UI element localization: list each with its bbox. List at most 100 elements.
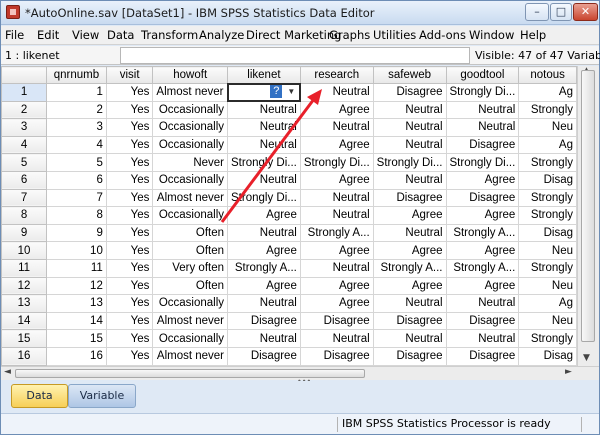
- cell-visit[interactable]: Yes: [105, 311, 154, 331]
- cell-howoft[interactable]: Never: [152, 153, 229, 172]
- cell-qnrnumb[interactable]: 3: [46, 118, 107, 137]
- cell-research[interactable]: Disagree: [299, 346, 374, 366]
- cell-goodtool[interactable]: Strongly Di...: [445, 83, 520, 102]
- cell-research[interactable]: Neutral: [299, 118, 374, 137]
- cell-notous[interactable]: Strongly: [518, 258, 577, 278]
- cell-research[interactable]: Agree: [299, 241, 374, 260]
- row-header[interactable]: 13: [1, 294, 48, 313]
- scroll-left-arrow[interactable]: ◄: [4, 367, 11, 377]
- cell-likenet[interactable]: Strongly A...: [227, 258, 301, 278]
- column-header-notous[interactable]: notous: [518, 66, 577, 84]
- cell-visit[interactable]: Yes: [105, 241, 154, 260]
- menu-window[interactable]: Window: [469, 28, 514, 42]
- cell-visit[interactable]: Yes: [105, 294, 154, 313]
- cell-notous[interactable]: Strongly: [518, 329, 577, 348]
- cell-visit[interactable]: Yes: [105, 153, 154, 172]
- cell-likenet[interactable]: Neutral: [227, 135, 301, 155]
- cell-howoft[interactable]: Occasionally: [152, 100, 229, 120]
- cell-safeweb[interactable]: Neutral: [372, 294, 447, 313]
- cell-howoft[interactable]: Occasionally: [152, 170, 229, 190]
- menu-edit[interactable]: Edit: [37, 28, 59, 42]
- cell-safeweb[interactable]: Disagree: [372, 311, 447, 331]
- cell-qnrnumb[interactable]: 10: [46, 241, 107, 260]
- cell-visit[interactable]: Yes: [105, 100, 154, 120]
- cell-safeweb[interactable]: Disagree: [372, 83, 447, 102]
- cell-qnrnumb[interactable]: 14: [46, 311, 107, 331]
- cell-goodtool[interactable]: Agree: [445, 170, 520, 190]
- cell-likenet[interactable]: Agree: [227, 206, 301, 225]
- cell-research[interactable]: Neutral: [299, 258, 374, 278]
- cell-visit[interactable]: Yes: [105, 206, 154, 225]
- row-header[interactable]: 4: [1, 135, 48, 155]
- cell-research[interactable]: Agree: [299, 294, 374, 313]
- cell-safeweb[interactable]: Neutral: [372, 118, 447, 137]
- menu-analyze[interactable]: Analyze: [199, 28, 244, 42]
- cell-howoft[interactable]: Almost never: [152, 188, 229, 208]
- cell-howoft[interactable]: Occasionally: [152, 329, 229, 348]
- cell-qnrnumb[interactable]: 6: [46, 170, 107, 190]
- cell-qnrnumb[interactable]: 5: [46, 153, 107, 172]
- cell-safeweb[interactable]: Agree: [372, 276, 447, 296]
- column-header-qnrnumb[interactable]: qnrnumb: [46, 66, 107, 84]
- cell-howoft[interactable]: Occasionally: [152, 135, 229, 155]
- cell-goodtool[interactable]: Strongly A...: [445, 258, 520, 278]
- close-button[interactable]: ✕: [573, 3, 598, 21]
- cell-howoft[interactable]: Very often: [152, 258, 229, 278]
- cell-likenet[interactable]: Agree: [227, 276, 301, 296]
- cell-goodtool[interactable]: Disagree: [445, 135, 520, 155]
- cell-notous[interactable]: Neu: [518, 276, 577, 296]
- horizontal-scroll-thumb[interactable]: [15, 369, 365, 378]
- cell-visit[interactable]: Yes: [105, 329, 154, 348]
- cell-howoft[interactable]: Occasionally: [152, 118, 229, 137]
- cell-notous[interactable]: Ag: [518, 135, 577, 155]
- cell-likenet[interactable]: Neutral: [227, 223, 301, 243]
- row-header[interactable]: 14: [1, 311, 48, 331]
- cell-goodtool[interactable]: Agree: [445, 241, 520, 260]
- cell-safeweb[interactable]: Neutral: [372, 170, 447, 190]
- cell-likenet[interactable]: Neutral: [227, 118, 301, 137]
- cell-qnrnumb[interactable]: 13: [46, 294, 107, 313]
- column-header-goodtool[interactable]: goodtool: [445, 66, 520, 84]
- cell-qnrnumb[interactable]: 4: [46, 135, 107, 155]
- cell-qnrnumb[interactable]: 8: [46, 206, 107, 225]
- scroll-right-arrow[interactable]: ►: [565, 367, 572, 377]
- vertical-scroll-thumb[interactable]: [581, 70, 595, 342]
- cell-goodtool[interactable]: Strongly A...: [445, 223, 520, 243]
- cell-notous[interactable]: Disag: [518, 170, 577, 190]
- row-header[interactable]: 7: [1, 188, 48, 208]
- cell-likenet[interactable]: Neutral: [227, 100, 301, 120]
- value-label-dropdown[interactable]: ? ▼: [230, 85, 299, 99]
- cell-howoft[interactable]: Almost never: [152, 346, 229, 366]
- row-header[interactable]: 15: [1, 329, 48, 348]
- cell-qnrnumb[interactable]: 11: [46, 258, 107, 278]
- cell-qnrnumb[interactable]: 2: [46, 100, 107, 120]
- vertical-scrollbar[interactable]: ▲ ▼: [577, 66, 599, 366]
- cell-howoft[interactable]: Often: [152, 223, 229, 243]
- tab-variable-view[interactable]: Variable View: [68, 384, 136, 424]
- cell-goodtool[interactable]: Neutral: [445, 100, 520, 120]
- cell-research[interactable]: Neutral: [299, 206, 374, 225]
- cell-howoft[interactable]: Occasionally: [152, 294, 229, 313]
- cell-qnrnumb[interactable]: 15: [46, 329, 107, 348]
- cell-safeweb[interactable]: Neutral: [372, 223, 447, 243]
- cell-safeweb[interactable]: Neutral: [372, 135, 447, 155]
- cell-visit[interactable]: Yes: [105, 223, 154, 243]
- cell-notous[interactable]: Ag: [518, 83, 577, 102]
- menu-transform[interactable]: Transform: [141, 28, 198, 42]
- cell-howoft[interactable]: Almost never: [152, 311, 229, 331]
- maximize-button[interactable]: □: [550, 3, 572, 21]
- minimize-button[interactable]: –: [525, 3, 549, 21]
- cell-qnrnumb[interactable]: 1: [46, 83, 107, 102]
- row-header[interactable]: 12: [1, 276, 48, 296]
- cell-notous[interactable]: Strongly: [518, 206, 577, 225]
- cell-research[interactable]: Agree: [299, 276, 374, 296]
- scroll-down-arrow[interactable]: ▼: [583, 353, 590, 363]
- row-header[interactable]: 11: [1, 258, 48, 278]
- menu-add-ons[interactable]: Add-ons: [419, 28, 466, 42]
- cell-goodtool[interactable]: Neutral: [445, 294, 520, 313]
- cell-goodtool[interactable]: Disagree: [445, 346, 520, 366]
- cell-goodtool[interactable]: Agree: [445, 206, 520, 225]
- cell-research[interactable]: Agree: [299, 170, 374, 190]
- cell-goodtool[interactable]: Neutral: [445, 329, 520, 348]
- menu-data[interactable]: Data: [107, 28, 134, 42]
